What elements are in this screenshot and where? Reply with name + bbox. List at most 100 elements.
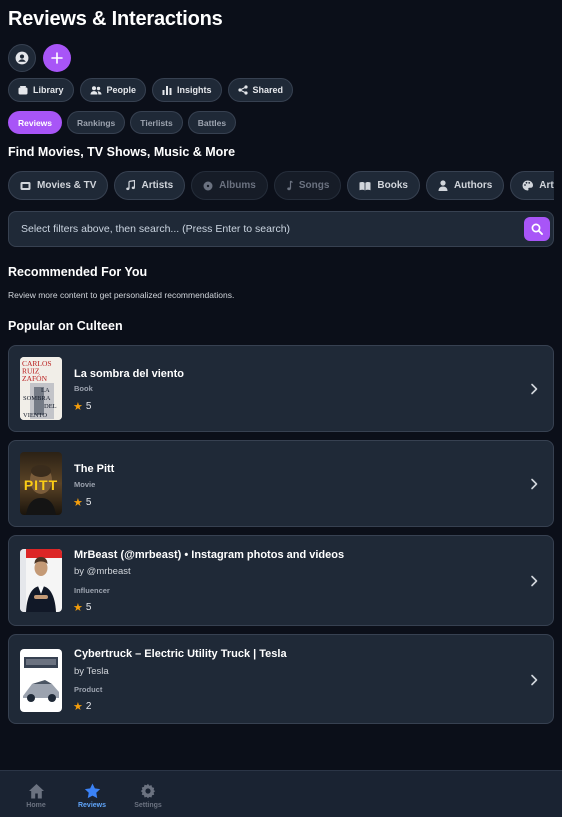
user-icon bbox=[15, 51, 29, 65]
tab-reviews[interactable]: Reviews bbox=[8, 111, 63, 134]
item-rating-value: 5 bbox=[85, 401, 92, 412]
filter-songs[interactable]: Songs bbox=[273, 171, 342, 200]
item-creator: by @mrbeast bbox=[74, 566, 131, 577]
add-button[interactable] bbox=[43, 44, 71, 72]
filter-books-label: Books bbox=[377, 180, 408, 191]
book-cover-thumbnail: CARLOS RUIZ ZAFÓN LA SOMBRA DEL VIENTO bbox=[20, 357, 62, 420]
palette-icon bbox=[522, 180, 534, 191]
disc-icon bbox=[203, 181, 213, 190]
chevron-right-icon bbox=[531, 383, 538, 395]
insights-icon bbox=[162, 86, 172, 95]
item-type: Influencer bbox=[74, 586, 110, 595]
star-icon: ★ bbox=[73, 602, 83, 614]
profile-button[interactable] bbox=[8, 44, 36, 72]
page: Reviews & Interactions Library People In… bbox=[0, 0, 562, 770]
filter-movies-tv-label: Movies & TV bbox=[37, 180, 97, 191]
item-title: La sombra del viento bbox=[74, 368, 185, 380]
page-title: Reviews & Interactions bbox=[8, 8, 223, 30]
gear-icon bbox=[140, 783, 156, 799]
popular-item[interactable]: MrBeast (@mrbeast) • Instagram photos an… bbox=[8, 535, 554, 626]
nav-insights[interactable]: Insights bbox=[152, 78, 222, 102]
item-rating: ★ 5 bbox=[73, 400, 91, 413]
item-title: MrBeast (@mrbeast) • Instagram photos an… bbox=[74, 549, 345, 561]
popular-item[interactable]: CARLOS RUIZ ZAFÓN LA SOMBRA DEL VIENTO L… bbox=[8, 345, 554, 432]
book-cover-art: CARLOS RUIZ ZAFÓN LA SOMBRA DEL VIENTO bbox=[20, 357, 62, 420]
category-filters: Movies & TV Artists Albums Songs Books A… bbox=[8, 171, 554, 200]
filter-authors[interactable]: Authors bbox=[425, 171, 505, 200]
tab-tierlists[interactable]: Tierlists bbox=[130, 111, 183, 134]
filter-albums-label: Albums bbox=[219, 180, 256, 191]
item-rating: ★ 2 bbox=[73, 700, 91, 713]
item-creator: by Tesla bbox=[74, 666, 109, 677]
nav-people-label: People bbox=[106, 85, 137, 95]
recommended-message: Review more content to get personalized … bbox=[8, 290, 235, 300]
item-title: Cybertruck – Electric Utility Truck | Te… bbox=[74, 648, 287, 660]
cover-title-line-4: VIENTO bbox=[23, 412, 47, 419]
nav-people[interactable]: People bbox=[79, 78, 147, 102]
section-nav: Library People Insights Shared bbox=[8, 78, 294, 102]
movie-poster-thumbnail: PITT bbox=[20, 452, 62, 515]
nav-reviews-label: Reviews bbox=[77, 802, 107, 809]
share-icon bbox=[237, 85, 248, 95]
chevron-right-icon bbox=[531, 674, 538, 686]
recommended-heading: Recommended For You bbox=[8, 265, 148, 279]
tab-rankings[interactable]: Rankings bbox=[67, 111, 126, 134]
influencer-photo bbox=[20, 549, 62, 612]
item-rating-value: 5 bbox=[85, 497, 92, 508]
cover-title-line-2: SOMBRA bbox=[23, 395, 51, 402]
search-input[interactable] bbox=[21, 223, 524, 235]
filter-artists-label: Artists bbox=[141, 180, 174, 191]
filter-albums[interactable]: Albums bbox=[191, 171, 268, 200]
nav-shared[interactable]: Shared bbox=[227, 78, 294, 102]
book-icon bbox=[359, 181, 371, 190]
cover-title-line-1: LA bbox=[41, 387, 50, 394]
filter-authors-label: Authors bbox=[453, 180, 493, 191]
library-icon bbox=[18, 85, 28, 94]
filter-movies-tv[interactable]: Movies & TV bbox=[8, 171, 109, 200]
filter-artworks[interactable]: Artworks bbox=[510, 171, 554, 200]
item-rating: ★ 5 bbox=[73, 496, 91, 509]
filter-artworks-label: Artworks bbox=[539, 180, 554, 191]
nav-library[interactable]: Library bbox=[8, 78, 74, 102]
item-type: Book bbox=[74, 384, 93, 393]
product-photo bbox=[20, 649, 62, 712]
search-button[interactable] bbox=[524, 217, 550, 241]
cover-author-line-3: ZAFÓN bbox=[22, 373, 48, 383]
avatar-row bbox=[8, 44, 71, 72]
film-icon bbox=[20, 181, 31, 190]
nav-home-label: Home bbox=[26, 802, 46, 809]
item-type: Product bbox=[74, 685, 103, 694]
movie-poster-art: PITT bbox=[20, 452, 62, 515]
search-bar bbox=[8, 211, 554, 247]
popular-item[interactable]: Cybertruck – Electric Utility Truck | Te… bbox=[8, 634, 554, 724]
home-icon bbox=[28, 784, 44, 799]
filter-books[interactable]: Books bbox=[347, 171, 420, 200]
star-icon bbox=[84, 783, 100, 799]
item-rating-value: 2 bbox=[85, 701, 92, 712]
star-icon: ★ bbox=[73, 701, 83, 713]
nav-home[interactable]: Home bbox=[8, 771, 64, 817]
tab-battles[interactable]: Battles bbox=[187, 111, 237, 134]
item-rating: ★ 5 bbox=[73, 601, 91, 614]
nav-insights-label: Insights bbox=[177, 85, 212, 95]
nav-settings[interactable]: Settings bbox=[120, 771, 176, 817]
chevron-right-icon bbox=[531, 575, 538, 587]
bottom-navigation: Home Reviews Settings bbox=[0, 770, 562, 817]
item-type: Movie bbox=[74, 480, 96, 489]
plus-icon bbox=[51, 52, 63, 64]
influencer-thumbnail bbox=[20, 549, 62, 612]
find-heading: Find Movies, TV Shows, Music & More bbox=[8, 145, 236, 159]
person-icon bbox=[438, 180, 448, 191]
view-tabs: Reviews Rankings Tierlists Battles bbox=[8, 111, 237, 134]
star-icon: ★ bbox=[73, 497, 83, 509]
nav-reviews[interactable]: Reviews bbox=[64, 771, 120, 817]
people-icon bbox=[90, 85, 102, 94]
music-note-icon bbox=[126, 180, 136, 191]
cover-title-line-3: DEL bbox=[44, 403, 57, 410]
filter-artists[interactable]: Artists bbox=[114, 171, 186, 200]
star-icon: ★ bbox=[73, 401, 83, 413]
popular-item[interactable]: PITT The Pitt Movie ★ 5 bbox=[8, 440, 554, 527]
nav-settings-label: Settings bbox=[134, 802, 162, 809]
nav-shared-label: Shared bbox=[252, 85, 284, 95]
search-icon bbox=[531, 223, 543, 235]
